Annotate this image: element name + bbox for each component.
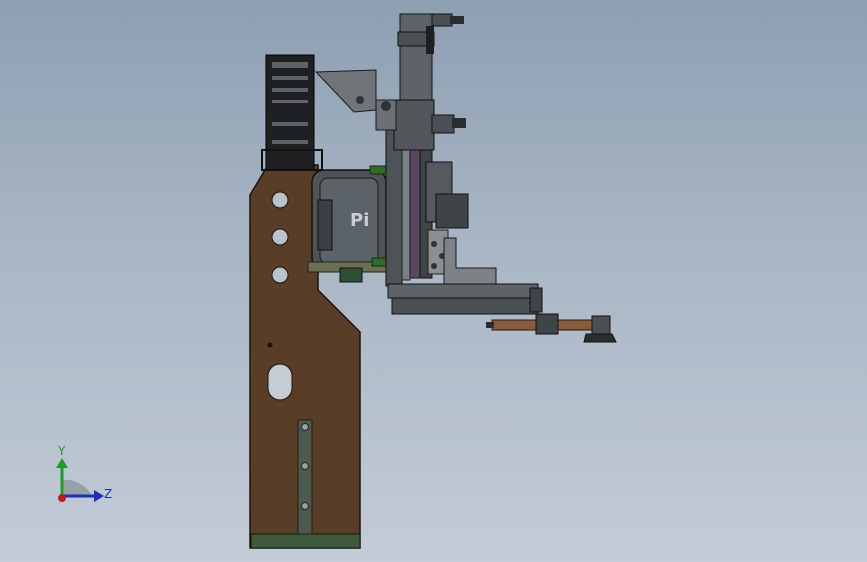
bracket-hole bbox=[271, 191, 289, 209]
bracket-hole bbox=[271, 228, 289, 246]
gusset-screw bbox=[356, 96, 364, 104]
l-bracket bbox=[443, 237, 497, 289]
rail-screw bbox=[301, 462, 309, 470]
gusset-bracket bbox=[314, 69, 377, 113]
z-axis-label: Z bbox=[104, 487, 112, 501]
motor-label: Pi bbox=[350, 210, 369, 231]
z-axis-arrow bbox=[94, 490, 104, 502]
base-strip bbox=[250, 533, 361, 549]
cable-drag-chain[interactable] bbox=[261, 54, 323, 171]
horizontal-rod-actuator[interactable] bbox=[486, 313, 611, 335]
vertical-linear-module[interactable] bbox=[385, 129, 433, 287]
suction-cup[interactable] bbox=[583, 333, 617, 343]
bracket-hole bbox=[271, 266, 289, 284]
y-axis-label: Y bbox=[57, 444, 66, 458]
cad-viewport[interactable]: Pi Y Z bbox=[0, 0, 867, 562]
bracket-pinhole bbox=[267, 342, 273, 348]
bracket-slot bbox=[267, 363, 293, 401]
assembly-view[interactable]: Pi Y Z bbox=[0, 0, 867, 562]
rail-screw bbox=[301, 502, 309, 510]
mounting-rail[interactable] bbox=[297, 419, 313, 535]
horizontal-slide[interactable] bbox=[387, 283, 543, 315]
coordinate-triad: Y Z bbox=[56, 444, 112, 502]
upper-cylinder[interactable] bbox=[397, 13, 464, 115]
rail-screw bbox=[301, 423, 309, 431]
y-axis-arrow bbox=[56, 458, 68, 468]
x-axis-dot bbox=[58, 494, 66, 502]
